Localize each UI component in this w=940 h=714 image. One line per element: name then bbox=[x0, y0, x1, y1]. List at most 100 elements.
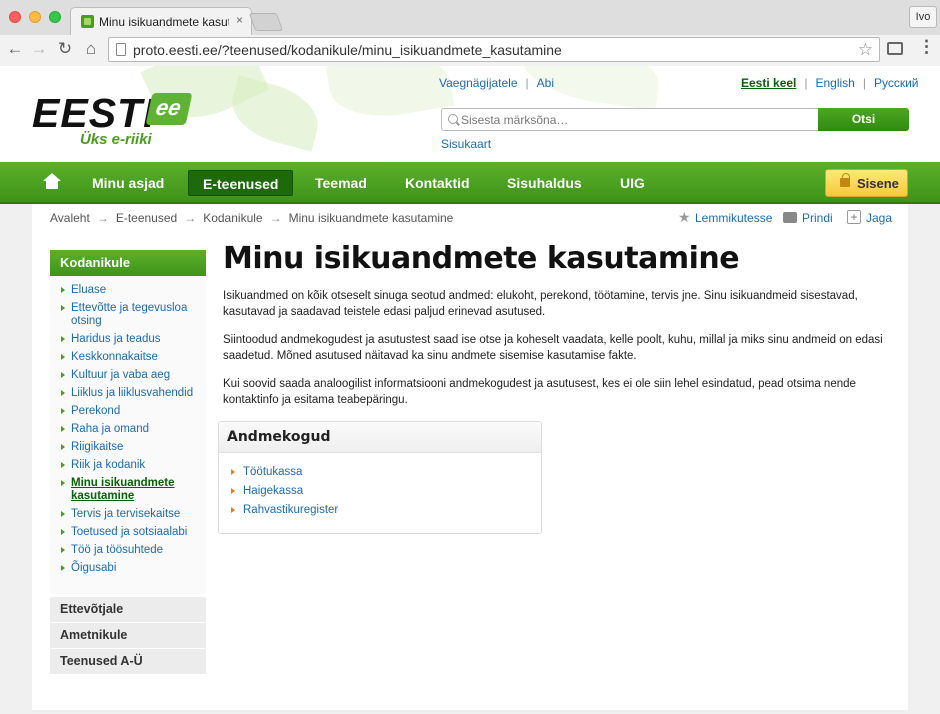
datastores-box: Andmekogud Töötukassa Haigekassa Rahvast… bbox=[218, 421, 542, 534]
breadcrumb-e-services[interactable]: E-teenused bbox=[116, 211, 177, 225]
site-logo[interactable]: EESTI ee Üks e-riiki bbox=[32, 90, 193, 148]
breadcrumb-current: Minu isikuandmete kasutamine bbox=[288, 211, 454, 225]
login-button[interactable]: Sisene bbox=[825, 169, 908, 197]
share-link[interactable]: Jaga bbox=[866, 211, 892, 225]
logo-tagline: Üks e-riiki bbox=[80, 131, 152, 148]
datastore-link[interactable]: Rahvastikuregister bbox=[219, 503, 541, 522]
site-header: EESTI ee Üks e-riiki Vaegnägijatele | Abi … bbox=[0, 66, 940, 162]
browser-menu-icon[interactable]: ⋮ bbox=[918, 37, 935, 57]
divider: | bbox=[525, 76, 529, 90]
nav-teemad[interactable]: Teemad bbox=[301, 170, 381, 196]
tab-close-icon[interactable]: × bbox=[236, 13, 243, 27]
sidebar-item[interactable]: Tervis ja tervisekaitse bbox=[50, 508, 206, 521]
breadcrumb: Avaleht → E-teenused → Kodanikule → Minu isiku… bbox=[50, 211, 453, 225]
page-title: Minu isikuandmete kasutamine bbox=[223, 241, 740, 276]
leaf-decoration bbox=[325, 66, 455, 126]
language-switcher: Eesti keel | English | Русский bbox=[741, 76, 919, 90]
minimize-window-button[interactable] bbox=[29, 11, 41, 23]
search-form: Otsi bbox=[441, 108, 909, 131]
search-input[interactable] bbox=[461, 112, 811, 128]
browser-toolbar: ← → ↻ ⌂ proto.eesti.ee/?teenused/kodanik… bbox=[0, 35, 940, 66]
breadcrumb-citizens[interactable]: Kodanikule bbox=[203, 211, 262, 225]
cast-icon[interactable] bbox=[887, 42, 903, 55]
print-icon[interactable] bbox=[783, 212, 797, 223]
browser-home-icon[interactable]: ⌂ bbox=[81, 39, 101, 59]
page-icon bbox=[116, 43, 126, 56]
back-arrow-icon[interactable]: ← bbox=[5, 39, 25, 59]
favorite-star-icon[interactable]: ★ bbox=[678, 209, 691, 226]
logo-badge: ee bbox=[145, 93, 193, 125]
print-link[interactable]: Prindi bbox=[802, 211, 833, 225]
sidebar-item[interactable]: Haridus ja teadus bbox=[50, 333, 206, 346]
nav-uig[interactable]: UIG bbox=[606, 170, 659, 196]
search-icon bbox=[448, 114, 458, 124]
lang-estonian[interactable]: Eesti keel bbox=[741, 76, 796, 90]
sidebar-heading[interactable]: Kodanikule bbox=[50, 250, 206, 276]
maximize-window-button[interactable] bbox=[49, 11, 61, 23]
datastore-link[interactable]: Töötukassa bbox=[219, 465, 541, 484]
sidebar-item[interactable]: Töö ja töösuhtede bbox=[50, 544, 206, 557]
nav-e-teenused[interactable]: E-teenused bbox=[188, 170, 294, 196]
logo-wordmark: EESTI bbox=[32, 90, 156, 136]
sidebar-item[interactable]: Toetused ja sotsiaalabi bbox=[50, 526, 206, 539]
home-icon[interactable] bbox=[43, 173, 61, 191]
sidebar-item[interactable]: Kultuur ja vaba aeg bbox=[50, 369, 206, 382]
lock-icon bbox=[840, 173, 850, 187]
sitemap-link[interactable]: Sisukaart bbox=[441, 137, 491, 151]
reload-icon[interactable]: ↻ bbox=[55, 39, 75, 59]
address-bar[interactable]: proto.eesti.ee/?teenused/kodanikule/minu… bbox=[108, 37, 880, 62]
new-tab-button[interactable] bbox=[248, 13, 284, 31]
leaf-decoration bbox=[224, 75, 326, 152]
add-favorites-link[interactable]: Lemmikutesse bbox=[695, 211, 772, 225]
intro-paragraph: Isikuandmed on kõik otseselt sinuga seot… bbox=[223, 290, 858, 318]
sidebar-menu: Eluase Ettevõtte ja tegevusloa otsing Ha… bbox=[50, 276, 206, 594]
address-url[interactable]: proto.eesti.ee/?teenused/kodanikule/minu… bbox=[133, 42, 562, 58]
sidebar-item[interactable]: Riik ja kodanik bbox=[50, 459, 206, 472]
sidebar-item-current[interactable]: Minu isikuandmete kasutamine bbox=[50, 477, 206, 503]
sidebar-item[interactable]: Õigusabi bbox=[50, 562, 206, 575]
sidebar-item[interactable]: Riigikaitse bbox=[50, 441, 206, 454]
sidebar-item[interactable]: Ettevõtte ja tegevusloa otsing bbox=[50, 302, 206, 328]
breadcrumb-arrow-icon: → bbox=[96, 211, 109, 225]
search-field bbox=[441, 108, 819, 131]
divider: | bbox=[862, 76, 866, 90]
search-button[interactable]: Otsi bbox=[818, 108, 909, 131]
accessibility-links: Vaegnägijatele | Abi bbox=[439, 76, 554, 90]
breadcrumb-arrow-icon: → bbox=[184, 211, 197, 225]
breadcrumb-arrow-icon: → bbox=[269, 211, 282, 225]
main-navigation: Minu asjad E-teenused Teemad Kontaktid S… bbox=[0, 162, 940, 204]
divider: | bbox=[804, 76, 808, 90]
datastore-link[interactable]: Haigekassa bbox=[219, 484, 541, 503]
browser-chrome: Minu isikuandmete kasutam × Ivo ← → ↻ ⌂ … bbox=[0, 0, 940, 66]
breadcrumb-home[interactable]: Avaleht bbox=[50, 211, 90, 225]
datastores-list: Töötukassa Haigekassa Rahvastikuregister bbox=[219, 453, 541, 522]
profile-button[interactable]: Ivo bbox=[909, 6, 937, 28]
forward-arrow-icon[interactable]: → bbox=[29, 39, 49, 59]
close-window-button[interactable] bbox=[9, 11, 21, 23]
sidebar-section-entrepreneurs[interactable]: Ettevõtjale bbox=[50, 597, 206, 622]
info-paragraph: Siintoodud andmekogudest ja asutustest s… bbox=[223, 334, 883, 362]
sidebar-item[interactable]: Raha ja omand bbox=[50, 423, 206, 436]
browser-tab-active[interactable]: Minu isikuandmete kasutam × bbox=[70, 7, 252, 35]
nav-kontaktid[interactable]: Kontaktid bbox=[391, 170, 484, 196]
sidebar-item[interactable]: Eluase bbox=[50, 284, 206, 297]
tab-title: Minu isikuandmete kasutam bbox=[99, 15, 229, 29]
login-label: Sisene bbox=[857, 176, 899, 191]
tab-strip: Minu isikuandmete kasutam × Ivo bbox=[0, 0, 940, 35]
link-help[interactable]: Abi bbox=[537, 76, 554, 90]
sidebar-section-officials[interactable]: Ametnikule bbox=[50, 623, 206, 648]
sidebar-item[interactable]: Keskkonnakaitse bbox=[50, 351, 206, 364]
nav-sisuhaldus[interactable]: Sisuhaldus bbox=[493, 170, 596, 196]
datastores-heading: Andmekogud bbox=[219, 422, 541, 453]
favicon-icon bbox=[81, 15, 94, 28]
sidebar-item[interactable]: Liiklus ja liiklusvahendid bbox=[50, 387, 206, 400]
lang-russian[interactable]: Русский bbox=[874, 76, 919, 90]
link-visually-impaired[interactable]: Vaegnägijatele bbox=[439, 76, 518, 90]
request-paragraph: Kui soovid saada analoogilist informatsi… bbox=[223, 378, 856, 406]
nav-minu-asjad[interactable]: Minu asjad bbox=[78, 170, 178, 196]
sidebar-section-services-a-z[interactable]: Teenused A-Ü bbox=[50, 649, 206, 674]
bookmark-star-icon[interactable]: ☆ bbox=[858, 40, 873, 60]
share-plus-icon[interactable]: + bbox=[847, 210, 861, 224]
lang-english[interactable]: English bbox=[816, 76, 855, 90]
sidebar-item[interactable]: Perekond bbox=[50, 405, 206, 418]
